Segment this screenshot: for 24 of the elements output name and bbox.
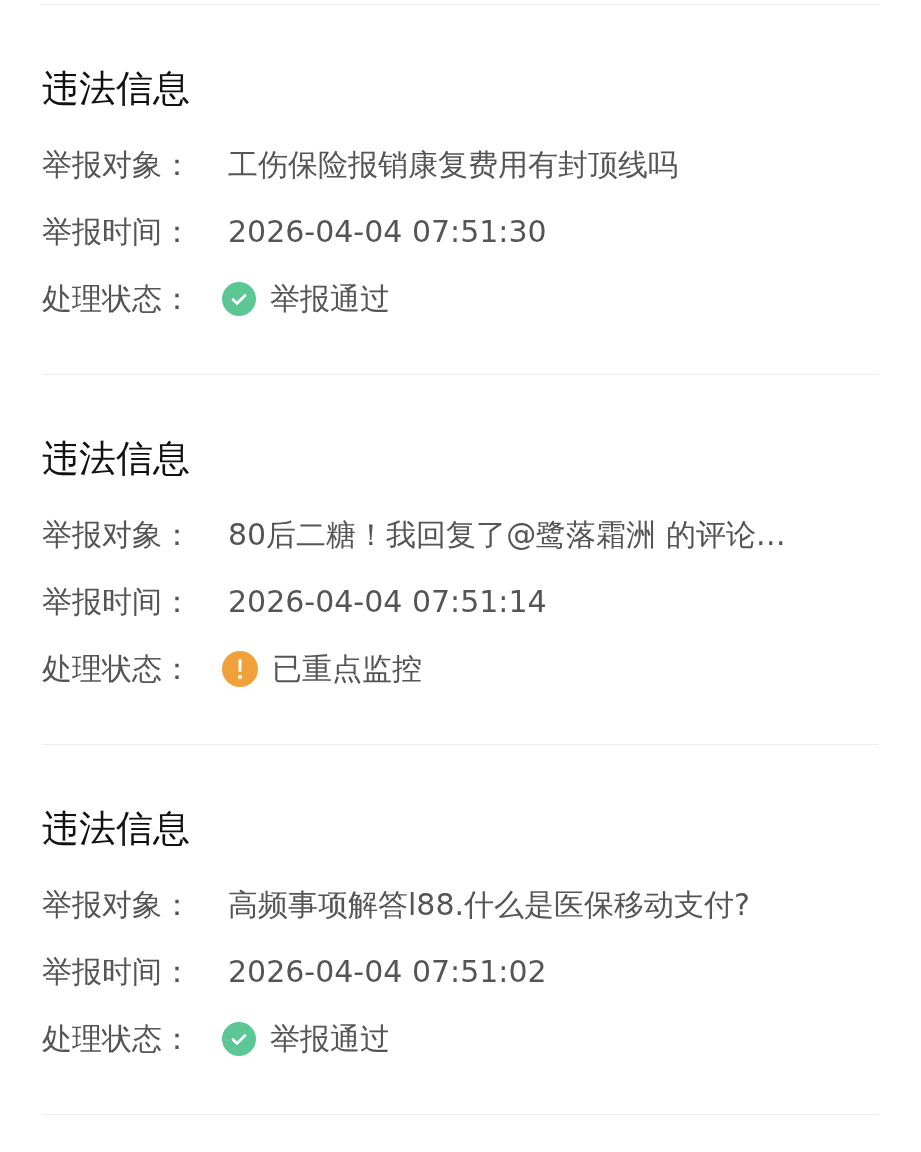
field-label: 处理状态：	[42, 280, 193, 318]
field-label: 举报对象：	[42, 516, 193, 554]
field-label: 举报时间：	[42, 953, 193, 991]
field-label: 举报时间：	[42, 583, 193, 621]
field-value: 80后二糖！我回复了@鹭落霜洲 的评论…	[228, 516, 786, 554]
field-value: 2026-04-04 07:51:30	[228, 213, 547, 251]
check-icon	[222, 281, 256, 316]
status-text: 举报通过	[270, 280, 390, 318]
field-value: 2026-04-04 07:51:02	[228, 953, 547, 991]
field-label: 举报对象：	[42, 886, 193, 924]
status-text: 举报通过	[270, 1020, 390, 1058]
field-label: 处理状态：	[42, 1020, 193, 1058]
field-value: 高频事项解答l88.什么是医保移动支付?	[228, 886, 750, 924]
field-value: 2026-04-04 07:51:14	[228, 583, 547, 621]
status-text: 已重点监控	[272, 650, 422, 688]
warning-icon	[222, 650, 258, 687]
section-title: 违法信息	[42, 66, 191, 112]
section-title: 违法信息	[42, 436, 191, 482]
field-value: 工伤保险报销康复费用有封顶线吗	[228, 146, 678, 184]
check-icon	[222, 1021, 256, 1056]
field-label: 举报对象：	[42, 146, 193, 184]
section-title: 违法信息	[42, 806, 191, 852]
field-label: 处理状态：	[42, 650, 193, 688]
field-label: 举报时间：	[42, 213, 193, 251]
